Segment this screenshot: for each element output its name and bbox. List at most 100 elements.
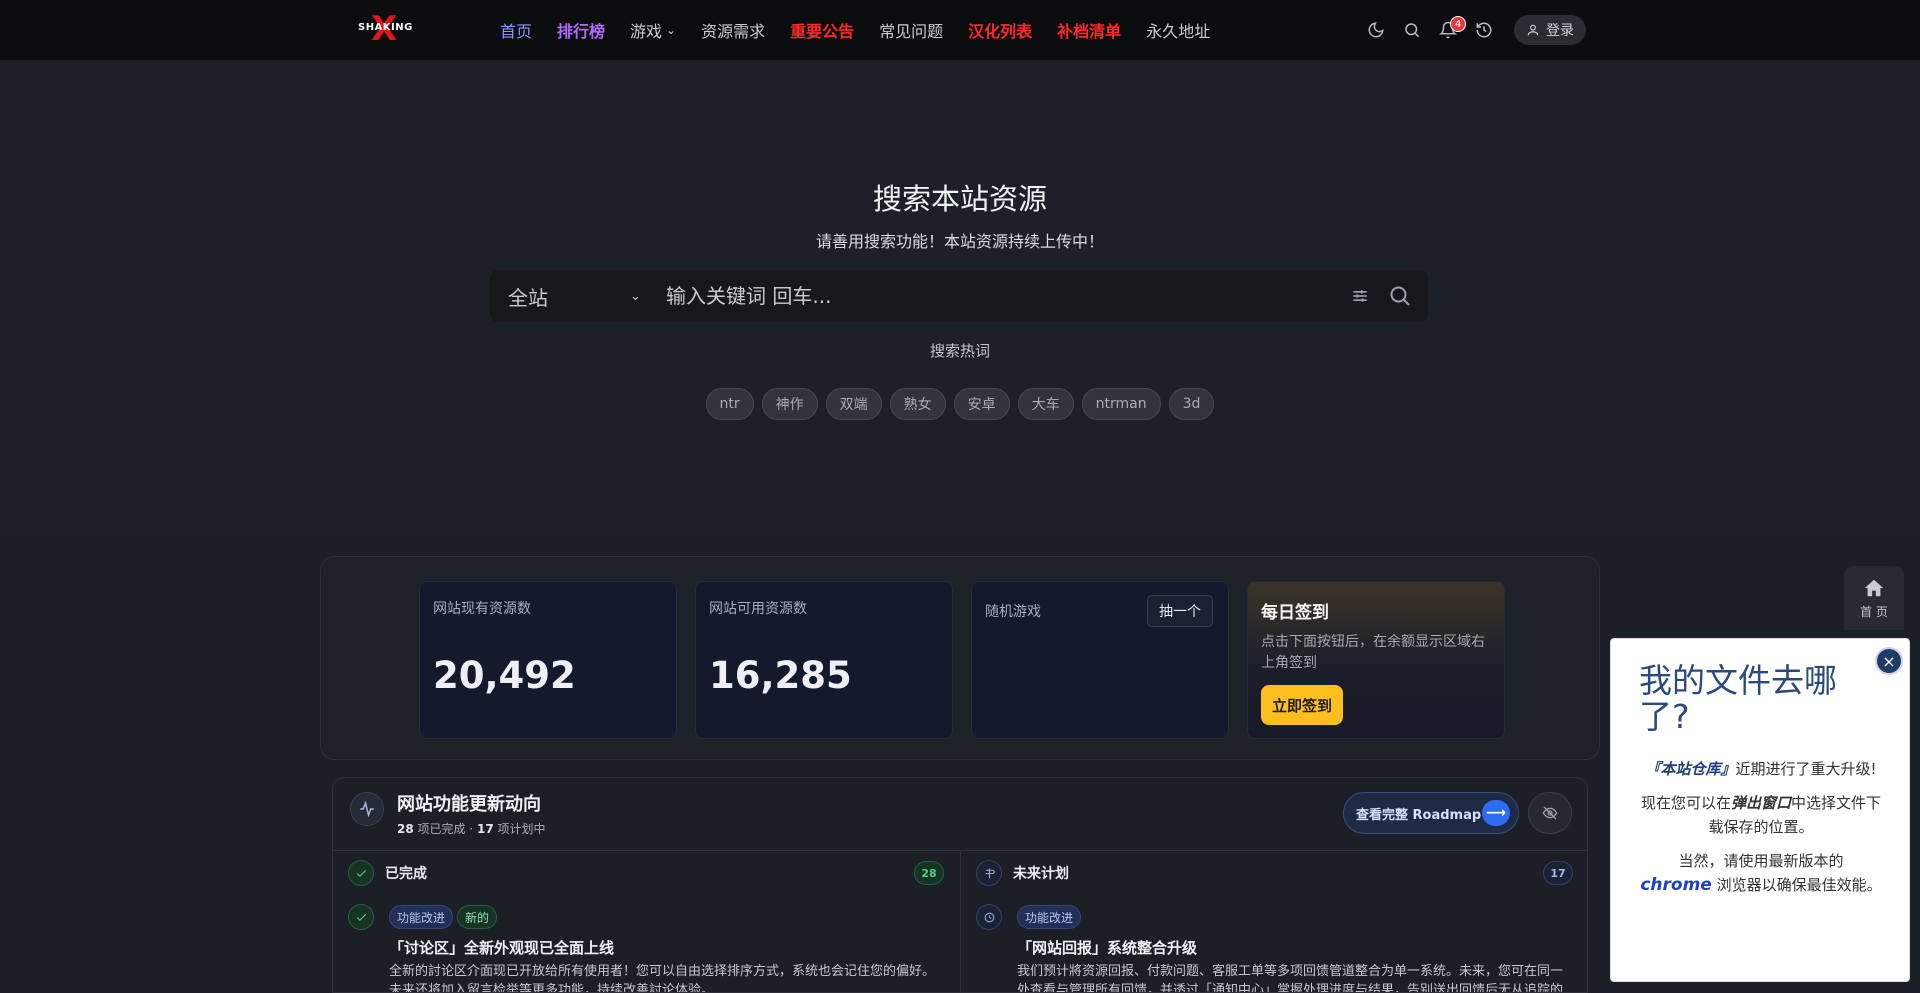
chip-feature-improvement: 功能改进: [1017, 905, 1082, 929]
stat-label: 随机游戏: [985, 604, 1041, 620]
popup-emphasis: chrome: [1640, 875, 1712, 895]
planned-text: 项计划中: [497, 822, 546, 836]
nav-link-requests[interactable]: 资源需求: [701, 18, 765, 42]
hide-roadmap-button[interactable]: [1528, 792, 1572, 834]
nav-link-reupload-list[interactable]: 补档清单: [1057, 18, 1121, 42]
planned-count: 17: [476, 822, 494, 836]
nav-link-label: 汉化列表: [968, 22, 1033, 41]
stat-card-available: 网站可用资源数 16,285: [695, 581, 953, 739]
hot-tag[interactable]: ntrman: [1081, 388, 1161, 420]
popup-text: 近期进行了重大升级!: [1735, 760, 1877, 778]
search-scope-value: 全站: [508, 285, 548, 310]
search-bar: 全站 ⌄: [490, 270, 1428, 322]
signpost-icon: [976, 860, 1002, 886]
stats-panel: 网站现有资源数 20,492 网站可用资源数 16,285 随机游戏 抽一个 每…: [320, 556, 1600, 760]
hot-tag[interactable]: 熟女: [889, 388, 946, 420]
hot-tag[interactable]: 安卓: [953, 388, 1010, 420]
dark-mode-icon[interactable]: [1358, 12, 1394, 48]
checkin-description: 点击下面按钮后，在余额显示区域右上角签到: [1261, 634, 1485, 671]
stat-value: 20,492: [433, 654, 576, 697]
hot-keyword-tags: ntr 神作 双端 熟女 安卓 大车 ntrman 3d: [0, 388, 1920, 420]
roadmap-title: 网站功能更新动向: [397, 794, 541, 815]
bell-icon[interactable]: 4: [1430, 12, 1466, 48]
nav-link-label: 重要公告: [790, 22, 855, 41]
stat-card-total: 网站现有资源数 20,492: [419, 581, 677, 739]
nav-links: 首页 排行榜 游戏 ⌄ 资源需求 重要公告 常见问题 汉化列表 补档清单 永久地址: [500, 0, 1235, 60]
clock-icon: [976, 904, 1002, 930]
roadmap-item-description: 全新的討论区介面现已开放给所有使用者！您可以自由选择排序方式，系统也会记住您的偏…: [389, 964, 936, 993]
chip-feature-improvement: 功能改进: [389, 905, 454, 929]
nav-link-label: 常见问题: [879, 22, 944, 41]
arrow-right-icon: ⟶: [1482, 800, 1510, 826]
nav-actions: 4 登录: [1358, 0, 1586, 60]
nav-link-games[interactable]: 游戏 ⌄: [630, 18, 676, 42]
search-input[interactable]: [666, 278, 1316, 314]
item-chips: 功能改进 新的: [389, 905, 498, 929]
roadmap-item-title[interactable]: 「网站回报」系统整合升级: [1017, 937, 1197, 958]
nav-link-translations[interactable]: 汉化列表: [968, 18, 1032, 42]
hot-tag[interactable]: 3d: [1168, 388, 1215, 420]
stat-value: 16,285: [709, 654, 852, 697]
random-game-button[interactable]: 抽一个: [1147, 595, 1213, 627]
user-icon: [1527, 24, 1539, 36]
planned-column: 未来计划 17 功能改进 「网站回报」系统整合升级 我们预计將资源回报、付款问题…: [961, 851, 1587, 993]
login-label: 登录: [1546, 23, 1574, 39]
home-label: 首 页: [1860, 604, 1888, 619]
hot-tag[interactable]: ntr: [705, 388, 754, 420]
popup-text: 当然，请使用最新版本的: [1678, 852, 1844, 870]
popup-paragraph: 『本站仓库』近期进行了重大升级!: [1635, 757, 1887, 781]
nav-link-label: 排行榜: [557, 22, 606, 41]
logo-text: SHAKING: [358, 22, 413, 33]
popup-emphasis: 『本站仓库』: [1645, 760, 1736, 778]
history-icon[interactable]: [1466, 12, 1502, 48]
popup-text: 浏览器以确保最佳效能。: [1716, 876, 1882, 894]
close-icon[interactable]: ×: [1875, 647, 1903, 675]
login-button[interactable]: 登录: [1514, 15, 1586, 45]
nav-link-label: 永久地址: [1146, 22, 1211, 41]
done-count: 28: [397, 822, 414, 836]
top-navbar: X SHAKING 首页 排行榜 游戏 ⌄ 资源需求 重要公告 常见问题 汉化列表…: [0, 0, 1920, 60]
daily-checkin-card: 每日签到 点击下面按钮后，在余额显示区域右上角签到 立即签到: [1247, 581, 1505, 739]
filter-sliders-icon[interactable]: [1350, 286, 1370, 306]
floating-home-button[interactable]: 首 页: [1844, 566, 1904, 630]
nav-link-label: 游戏: [630, 22, 663, 41]
search-scope-select[interactable]: 全站 ⌄: [508, 270, 648, 322]
completed-column: 已完成 28 功能改进 新的 「讨论区」全新外观现已全面上线 全新的討论区介面现…: [333, 851, 961, 993]
hot-keywords-title: 搜索热词: [929, 342, 990, 360]
roadmap-summary: 28 项已完成 · 17 项计划中: [397, 820, 546, 837]
planned-count: 17: [1543, 861, 1573, 885]
site-logo[interactable]: X SHAKING: [356, 10, 414, 48]
hot-tag[interactable]: 神作: [761, 388, 818, 420]
checkin-button[interactable]: 立即签到: [1261, 685, 1343, 725]
popup-text: 现在您可以在: [1640, 794, 1731, 812]
roadmap-item-title[interactable]: 「讨论区」全新外观现已全面上线: [389, 937, 614, 958]
hot-tag[interactable]: 双端: [825, 388, 882, 420]
hero-subtitle: 请善用搜索功能！本站资源持续上传中！: [815, 232, 1104, 251]
home-icon: [1864, 579, 1884, 596]
view-roadmap-button[interactable]: 查看完整 Roadmap ⟶: [1343, 792, 1519, 834]
nav-link-label: 资源需求: [701, 22, 766, 41]
done-text: 项已完成 ·: [417, 822, 477, 836]
stat-label: 网站现有资源数: [433, 601, 531, 617]
popup-paragraph: 现在您可以在弹出窗口中选择文件下载保存的位置。: [1635, 791, 1887, 839]
nav-link-home[interactable]: 首页: [500, 18, 532, 42]
roadmap-section: 网站功能更新动向 28 项已完成 · 17 项计划中 查看完整 Roadmap …: [332, 777, 1588, 993]
hot-tag[interactable]: 大车: [1017, 388, 1074, 420]
popup-title: 我的文件去哪了?: [1639, 661, 1837, 736]
stat-label: 网站可用资源数: [709, 601, 807, 617]
nav-link-permanent-address[interactable]: 永久地址: [1146, 18, 1210, 42]
check-circle-icon: [348, 860, 374, 886]
completed-count: 28: [914, 861, 944, 885]
chevron-down-icon: ⌄: [630, 288, 641, 304]
chip-new: 新的: [457, 905, 498, 929]
nav-link-ranking[interactable]: 排行榜: [557, 18, 605, 42]
search-icon[interactable]: [1394, 12, 1430, 48]
notification-badge: 4: [1450, 16, 1466, 32]
search-submit-icon[interactable]: [1388, 284, 1412, 308]
nav-link-label: 首页: [500, 22, 533, 41]
nav-link-announcements[interactable]: 重要公告: [790, 18, 854, 42]
roadmap-item-description: 我们预计將资源回报、付款问题、客服工单等多项回馈管道整合为单一系统。未来，您可在…: [1017, 964, 1564, 993]
nav-link-faq[interactable]: 常见问题: [879, 18, 943, 42]
hero-title: 搜索本站资源: [872, 182, 1047, 216]
eye-off-icon: [1542, 806, 1558, 820]
